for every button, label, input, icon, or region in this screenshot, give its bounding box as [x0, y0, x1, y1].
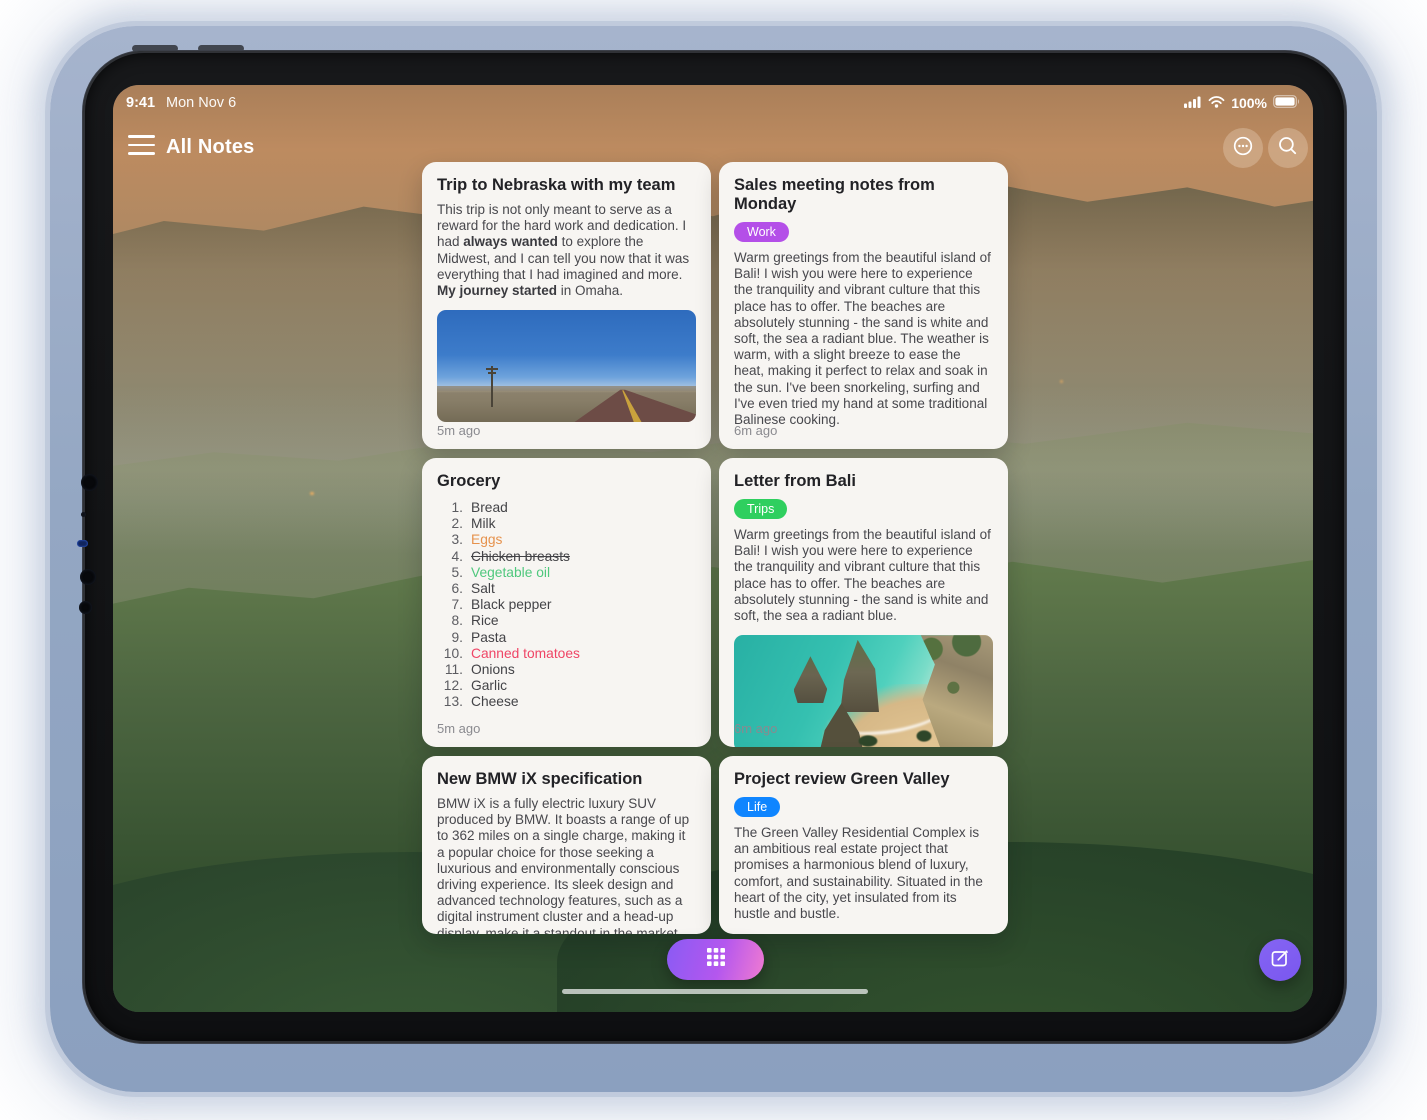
clock: 9:41: [126, 95, 155, 111]
tag-life[interactable]: Life: [734, 797, 780, 817]
note-timestamp: 6m ago: [734, 423, 777, 438]
list-item: Vegetable oil: [437, 565, 696, 581]
wallpaper-farm-light: [310, 492, 314, 495]
page-title: All Notes: [166, 136, 254, 159]
note-body: Warm greetings from the beautiful island…: [734, 527, 993, 624]
menu-icon[interactable]: [128, 135, 155, 155]
note-body: The Green Valley Residential Complex is …: [734, 825, 993, 922]
tag-trips[interactable]: Trips: [734, 499, 787, 519]
note-title: Project review Green Valley: [734, 770, 993, 789]
battery-percent: 100%: [1231, 95, 1267, 111]
search-button[interactable]: [1268, 128, 1308, 168]
camera-indicator: [77, 540, 88, 547]
ellipsis-circle-icon: [1232, 135, 1254, 162]
list-item: Eggs: [437, 532, 696, 548]
camera-sensor-dot: [81, 512, 86, 517]
list-item: Black pepper: [437, 597, 696, 613]
note-body: BMW iX is a fully electric luxury SUV pr…: [437, 796, 696, 934]
list-item: Canned tomatoes: [437, 646, 696, 662]
tag-work[interactable]: Work: [734, 222, 789, 242]
wallpaper-farm-light: [1060, 380, 1063, 383]
note-title: Trip to Nebraska with my team: [437, 176, 696, 195]
grocery-list: Bread Milk Eggs Chicken breasts Vegetabl…: [437, 500, 696, 711]
note-card-trip-to-nebraska[interactable]: Trip to Nebraska with my team This trip …: [422, 162, 711, 449]
front-camera: [81, 474, 98, 491]
grid-icon: [706, 947, 726, 972]
list-item: Chicken breasts: [437, 549, 696, 565]
battery-icon: [1273, 95, 1300, 111]
note-card-grocery[interactable]: Grocery Bread Milk Eggs Chicken breasts …: [422, 458, 711, 747]
nebraska-road-photo: [437, 310, 696, 422]
note-card-bmw-ix[interactable]: New BMW iX specification BMW iX is a ful…: [422, 756, 711, 934]
apps-grid-button[interactable]: [667, 939, 764, 980]
status-bar: 9:41 Mon Nov 6 100%: [113, 93, 1313, 113]
note-timestamp: 5m ago: [437, 721, 480, 736]
list-item: Salt: [437, 581, 696, 597]
note-title: Letter from Bali: [734, 472, 993, 491]
note-body: Warm greetings from the beautiful island…: [734, 250, 993, 428]
more-button[interactable]: [1223, 128, 1263, 168]
camera-lens-2: [80, 569, 96, 585]
date: Mon Nov 6: [166, 95, 236, 111]
list-item: Cheese: [437, 694, 696, 710]
tablet-screen: 9:41 Mon Nov 6 100% All Notes: [113, 85, 1313, 1012]
home-indicator[interactable]: [562, 989, 868, 994]
compose-button[interactable]: [1259, 939, 1301, 981]
note-card-green-valley[interactable]: Project review Green Valley Life The Gre…: [719, 756, 1008, 934]
list-item: Rice: [437, 613, 696, 629]
notes-grid: Trip to Nebraska with my team This trip …: [422, 162, 1008, 934]
compose-icon: [1269, 947, 1291, 974]
note-card-letter-from-bali[interactable]: Letter from Bali Trips Warm greetings fr…: [719, 458, 1008, 747]
wifi-icon: [1208, 95, 1225, 111]
camera-lens-3: [79, 601, 92, 614]
list-item: Milk: [437, 516, 696, 532]
search-icon: [1277, 135, 1299, 162]
note-body: This trip is not only meant to serve as …: [437, 202, 696, 299]
list-item: Pasta: [437, 630, 696, 646]
list-item: Onions: [437, 662, 696, 678]
note-title: New BMW iX specification: [437, 770, 696, 789]
note-timestamp: 5m ago: [437, 423, 480, 438]
note-timestamp: 6m ago: [734, 721, 777, 736]
cellular-signal-icon: [1184, 95, 1202, 111]
list-item: Bread: [437, 500, 696, 516]
note-title: Sales meeting notes from Monday: [734, 176, 993, 214]
page: 9:41 Mon Nov 6 100% All Notes: [0, 0, 1427, 1120]
note-title: Grocery: [437, 472, 696, 491]
note-card-sales-meeting[interactable]: Sales meeting notes from Monday Work War…: [719, 162, 1008, 449]
list-item: Garlic: [437, 678, 696, 694]
